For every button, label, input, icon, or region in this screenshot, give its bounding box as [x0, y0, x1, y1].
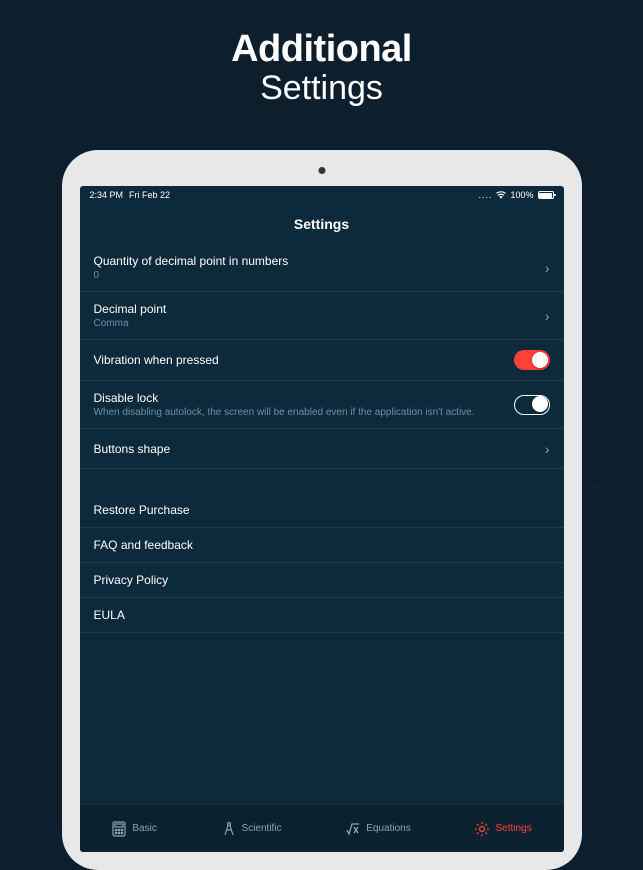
row-description: When disabling autolock, the screen will… [94, 407, 514, 418]
compass-icon [221, 821, 237, 837]
camera-dot [318, 167, 325, 174]
tab-settings[interactable]: Settings [474, 821, 531, 837]
battery-icon [538, 191, 554, 199]
row-eula[interactable]: EULA [80, 598, 564, 633]
tab-scientific[interactable]: Scientific [221, 821, 282, 837]
vibration-toggle[interactable] [514, 350, 550, 370]
tab-label: Scientific [242, 823, 282, 834]
row-label: Buttons shape [94, 442, 545, 456]
row-disable-lock: Disable lock When disabling autolock, th… [80, 381, 564, 429]
row-restore-purchase[interactable]: Restore Purchase [80, 493, 564, 528]
header-title-thin: Settings [0, 69, 643, 108]
status-date: Fri Feb 22 [129, 190, 170, 200]
status-battery-text: 100% [510, 190, 533, 200]
row-label: Decimal point [94, 302, 545, 316]
calculator-basic-icon [111, 821, 127, 837]
row-vibration: Vibration when pressed [80, 340, 564, 381]
wifi-icon [496, 191, 506, 199]
row-value: 0 [94, 270, 545, 281]
row-privacy-policy[interactable]: Privacy Policy [80, 563, 564, 598]
chevron-right-icon: › [545, 441, 550, 457]
row-label: Quantity of decimal point in numbers [94, 254, 545, 268]
tab-label: Basic [132, 823, 156, 834]
tab-basic[interactable]: Basic [111, 821, 156, 837]
chevron-right-icon: › [545, 308, 550, 324]
row-label: Vibration when pressed [94, 353, 514, 367]
row-decimal-point[interactable]: Decimal point Comma › [80, 292, 564, 340]
device-screen: 2:34 PM Fri Feb 22 .... 100% Settings Qu… [80, 186, 564, 852]
page-header: Additional Settings [0, 0, 643, 108]
row-label: Disable lock [94, 391, 514, 405]
tab-bar: Basic Scientific Equations [80, 804, 564, 852]
tablet-frame: 2:34 PM Fri Feb 22 .... 100% Settings Qu… [62, 150, 582, 870]
row-buttons-shape[interactable]: Buttons shape › [80, 429, 564, 469]
status-dots: .... [478, 190, 492, 200]
tab-label: Equations [366, 823, 410, 834]
status-time: 2:34 PM [90, 190, 124, 200]
sqrt-icon [345, 821, 361, 837]
row-decimal-quantity[interactable]: Quantity of decimal point in numbers 0 › [80, 244, 564, 292]
disable-lock-toggle[interactable] [514, 395, 550, 415]
chevron-right-icon: › [545, 260, 550, 276]
tab-equations[interactable]: Equations [345, 821, 410, 837]
header-title-bold: Additional [0, 28, 643, 71]
row-faq[interactable]: FAQ and feedback [80, 528, 564, 563]
settings-content: Quantity of decimal point in numbers 0 ›… [80, 244, 564, 804]
row-value: Comma [94, 318, 545, 329]
nav-title: Settings [80, 204, 564, 244]
gear-icon [474, 821, 490, 837]
status-bar: 2:34 PM Fri Feb 22 .... 100% [80, 186, 564, 204]
tab-label: Settings [495, 823, 531, 834]
